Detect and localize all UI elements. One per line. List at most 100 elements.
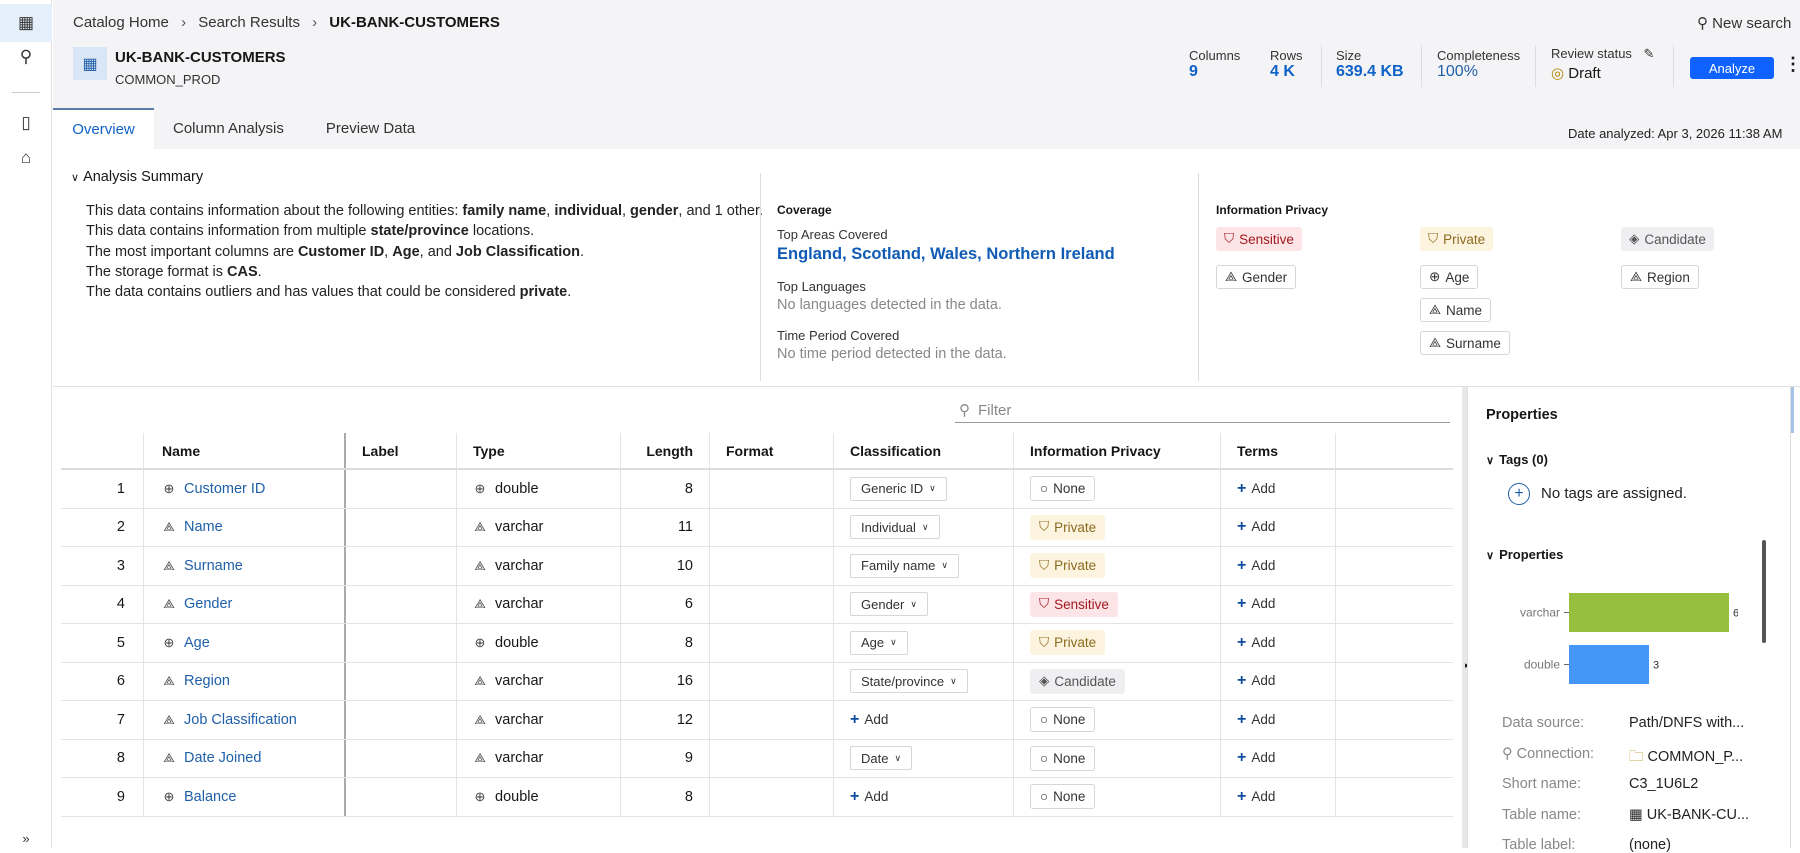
numeric-type-icon: ⊕ [474, 634, 486, 650]
add-term-button[interactable]: + Add [1237, 711, 1275, 729]
col-header-length[interactable]: Length [621, 433, 710, 468]
table-row[interactable]: 7 ⟁ Job Classification ⟁ varchar 12 + Add ○… [61, 701, 1453, 740]
column-chip-gender[interactable]: ⟁ Gender [1216, 265, 1297, 289]
privacy-badge[interactable]: ○ None [1030, 784, 1096, 810]
privacy-badge[interactable]: ○ None [1030, 707, 1096, 733]
property-value[interactable]: ▦ UK-BANK-CU... [1629, 807, 1749, 823]
add-term-button[interactable]: + Add [1237, 480, 1275, 498]
add-term-button[interactable]: + Add [1237, 749, 1275, 767]
col-header-type[interactable]: Type [457, 433, 621, 468]
column-name-link[interactable]: Gender [184, 596, 232, 612]
add-term-button[interactable]: + Add [1237, 672, 1275, 690]
label-cell [346, 508, 457, 546]
analyze-button[interactable]: Analyze [1690, 57, 1774, 79]
add-term-button[interactable]: + Add [1237, 788, 1275, 806]
property-value: (none) [1629, 837, 1671, 853]
stat-columns: Columns 9 [1189, 48, 1241, 80]
tab-overview[interactable]: Overview [53, 108, 154, 149]
privacy-badge[interactable]: ⛉ Private [1030, 553, 1106, 579]
col-header-classification[interactable]: Classification [834, 433, 1014, 468]
column-name-link[interactable]: Date Joined [184, 750, 261, 766]
filter-input[interactable]: ⚲ Filter [955, 398, 1450, 423]
shield-icon: ⛉ [1224, 231, 1235, 246]
category-label: double [1524, 658, 1560, 672]
table-row[interactable]: 9 ⊕ Balance ⊕ double 8 + Add ○ None + Add [61, 778, 1453, 817]
breadcrumb-search-results[interactable]: Search Results [198, 14, 300, 31]
analysis-summary-toggle[interactable]: ∨ Analysis Summary [71, 169, 203, 185]
side-tab[interactable] [1791, 387, 1794, 433]
privacy-badge[interactable]: ◈ Candidate [1030, 668, 1125, 694]
add-term-button[interactable]: + Add [1237, 634, 1275, 652]
col-header-name[interactable]: Name [144, 433, 346, 468]
privacy-badge[interactable]: ○ None [1030, 476, 1096, 502]
length-cell: 8 [621, 624, 710, 662]
tab-preview-data[interactable]: Preview Data [309, 108, 432, 149]
new-search-button[interactable]: ⚲ New search [1697, 14, 1791, 32]
column-name-link[interactable]: Surname [184, 558, 243, 574]
row-number: 1 [61, 470, 144, 508]
classification-dropdown[interactable]: Gender ∨ [850, 592, 928, 617]
expand-icon[interactable]: » [0, 828, 52, 848]
summary-line: The data contains outliers and has value… [86, 284, 572, 301]
privacy-badge[interactable]: ⛉ Sensitive [1030, 591, 1118, 617]
classification-dropdown[interactable]: Family name ∨ [850, 553, 960, 578]
category-label: varchar [1520, 606, 1560, 620]
column-name-link[interactable]: Job Classification [184, 712, 297, 728]
col-header-format[interactable]: Format [710, 433, 834, 468]
classification-dropdown[interactable]: Individual ∨ [850, 515, 940, 540]
table-row[interactable]: 1 ⊕ Customer ID ⊕ double 8 Generic ID ∨ ○ No… [61, 470, 1453, 509]
breadcrumb-catalog-home[interactable]: Catalog Home [73, 14, 169, 31]
column-chip-name[interactable]: ⟁ Name [1420, 298, 1492, 322]
classification-dropdown[interactable]: Generic ID ∨ [850, 476, 947, 501]
scrollbar[interactable] [1762, 540, 1766, 643]
notebook-icon[interactable]: ▯ [0, 104, 52, 142]
summary-line: The storage format is CAS. [86, 263, 262, 280]
edit-pencil-icon[interactable]: ✎ [1644, 46, 1655, 61]
col-header-info-privacy[interactable]: Information Privacy [1014, 433, 1221, 468]
add-classification-button[interactable]: + Add [850, 711, 888, 729]
tab-column-analysis[interactable]: Column Analysis [156, 108, 301, 149]
bar-double[interactable] [1569, 645, 1649, 684]
chevron-down-icon: ∨ [950, 675, 957, 686]
column-name-link[interactable]: Name [184, 519, 223, 535]
column-name-link[interactable]: Age [184, 635, 210, 651]
table-row[interactable]: 6 ⟁ Region ⟁ varchar 16 State/province ∨ ◈ C… [61, 662, 1453, 701]
column-chip-surname[interactable]: ⟁ Surname [1420, 331, 1510, 355]
privacy-badge[interactable]: ○ None [1030, 745, 1096, 771]
column-name-link[interactable]: Region [184, 673, 230, 689]
table-row[interactable]: 4 ⟁ Gender ⟁ varchar 6 Gender ∨ ⛉ Sensitive … [61, 585, 1453, 624]
type-cell: varchar [495, 711, 544, 728]
column-chip-age[interactable]: ⊕ Age [1420, 265, 1479, 289]
table-row[interactable]: 8 ⟁ Date Joined ⟁ varchar 9 Date ∨ ○ None + A… [61, 739, 1453, 778]
table-row[interactable]: 2 ⟁ Name ⟁ varchar 11 Individual ∨ ⛉ Private… [61, 508, 1453, 547]
table-row[interactable]: 3 ⟁ Surname ⟁ varchar 10 Family name ∨ ⛉ Pri… [61, 547, 1453, 586]
overflow-menu-icon[interactable]: ⋮ [1784, 54, 1800, 75]
add-classification-button[interactable]: + Add [850, 788, 888, 806]
table-icon: ▦ [73, 47, 107, 80]
privacy-badge[interactable]: ⛉ Private [1030, 514, 1106, 540]
type-cell: varchar [495, 750, 544, 767]
column-name-link[interactable]: Customer ID [184, 481, 265, 497]
classification-dropdown[interactable]: Date ∨ [850, 746, 913, 771]
discover-search-icon[interactable]: ⚲ [0, 38, 52, 76]
properties-toggle[interactable]: ∨ Properties [1486, 547, 1563, 562]
add-term-button[interactable]: + Add [1237, 557, 1275, 575]
column-chip-region[interactable]: ⟁ Region [1621, 265, 1699, 289]
property-value[interactable]: 🗀 COMMON_P... [1629, 746, 1743, 771]
table-row[interactable]: 5 ⊕ Age ⊕ double 8 Age ∨ ⛉ Private + Add [61, 624, 1453, 663]
circle-icon: ○ [1040, 481, 1049, 497]
tags-toggle[interactable]: ∨ Tags (0) [1486, 452, 1548, 467]
catalog-icon[interactable]: ▦ [0, 4, 52, 42]
column-name-link[interactable]: Balance [184, 789, 236, 805]
format-cell [710, 508, 834, 546]
classification-dropdown[interactable]: Age ∨ [850, 630, 908, 655]
add-tag-icon[interactable]: + [1508, 483, 1530, 505]
bar-varchar[interactable] [1569, 593, 1729, 632]
tag-icon[interactable]: ⌂ [0, 139, 52, 177]
add-term-button[interactable]: + Add [1237, 595, 1275, 613]
classification-dropdown[interactable]: State/province ∨ [850, 669, 968, 694]
add-term-button[interactable]: + Add [1237, 518, 1275, 536]
col-header-terms[interactable]: Terms [1221, 433, 1336, 468]
col-header-label[interactable]: Label [346, 433, 457, 468]
privacy-badge[interactable]: ⛉ Private [1030, 630, 1106, 656]
